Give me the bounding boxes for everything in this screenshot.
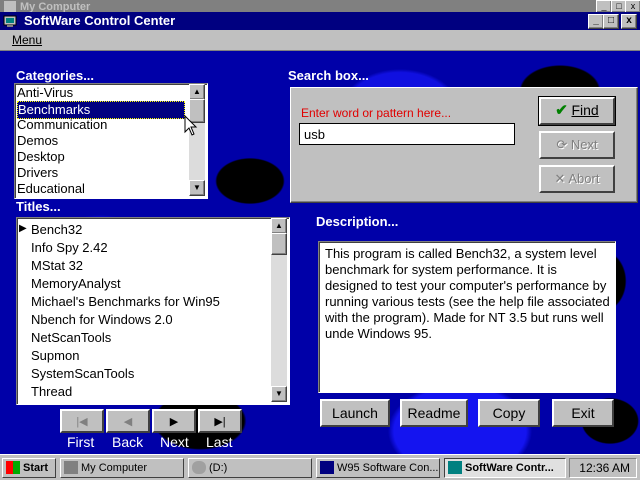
- abort-x-icon: ✕: [554, 171, 566, 186]
- window-icon: [320, 461, 334, 474]
- list-item[interactable]: Supmon: [31, 348, 79, 364]
- list-item[interactable]: Anti-Virus: [17, 85, 73, 101]
- copy-button[interactable]: Copy: [478, 399, 540, 427]
- mouse-pointer-icon: [184, 115, 198, 136]
- next-icon: ▶: [169, 416, 179, 428]
- categories-label: Categories...: [16, 68, 95, 83]
- window-title: SoftWare Control Center: [24, 13, 176, 28]
- task-label: SoftWare Contr...: [465, 462, 554, 474]
- search-hint: Enter word or pattern here...: [301, 106, 452, 120]
- find-button[interactable]: ✔ Find: [538, 96, 616, 126]
- start-button[interactable]: Start: [2, 458, 56, 478]
- titles-scrollbar[interactable]: ▲ ▼: [271, 218, 287, 402]
- find-button-label: Find: [571, 102, 599, 118]
- list-item[interactable]: Educational: [17, 181, 85, 197]
- app-icon: [3, 15, 17, 27]
- scroll-up-arrow-icon[interactable]: ▲: [189, 84, 205, 100]
- taskbar: Start My Computer (D:) W95 Software Con.…: [0, 454, 640, 480]
- start-label: Start: [23, 462, 49, 474]
- menu-item-menu[interactable]: Menu: [12, 33, 42, 47]
- checkmark-icon: ✔: [555, 102, 568, 119]
- list-item[interactable]: Thread: [31, 384, 72, 400]
- task-d-drive[interactable]: (D:): [188, 458, 312, 478]
- next-record-button[interactable]: ▶: [152, 409, 196, 433]
- drive-icon: [192, 461, 206, 474]
- client-area: Categories... Anti-Virus Benchmarks Comm…: [0, 51, 640, 454]
- abort-button[interactable]: ✕ Abort: [539, 165, 615, 193]
- computer-icon: [64, 461, 78, 474]
- list-item[interactable]: MemoryAnalyst: [31, 276, 121, 292]
- description-label: Description...: [316, 214, 399, 229]
- system-tray: 12:36 AM: [569, 458, 637, 478]
- back-label: Back: [112, 434, 144, 450]
- software-control-center-window: SoftWare Control Center _ □ x Menu Categ…: [0, 12, 640, 454]
- last-button[interactable]: ▶|: [198, 409, 242, 433]
- next-button-label: Next: [570, 137, 598, 152]
- back-icon: ◀: [123, 416, 133, 428]
- next-arrows-icon: ⟳: [556, 137, 568, 152]
- scroll-up-arrow-icon[interactable]: ▲: [271, 218, 287, 234]
- categories-listbox[interactable]: Anti-Virus Benchmarks Communication Demo…: [14, 83, 208, 199]
- minimize-button[interactable]: _: [588, 14, 604, 29]
- task-label: (D:): [209, 462, 228, 474]
- selection-arrow-icon: ▶: [19, 223, 27, 234]
- list-item[interactable]: Bench32: [31, 222, 82, 238]
- scroll-thumb[interactable]: [271, 233, 287, 255]
- maximize-button[interactable]: □: [603, 14, 619, 29]
- list-item[interactable]: Communication: [17, 117, 107, 133]
- next-label: Next: [160, 434, 189, 450]
- abort-button-label: Abort: [568, 171, 600, 186]
- title-bar[interactable]: SoftWare Control Center _ □ x: [0, 12, 640, 30]
- titles-listbox[interactable]: ▶ Bench32 Info Spy 2.42 MStat 32 MemoryA…: [16, 217, 290, 405]
- task-label: My Computer: [81, 462, 148, 474]
- list-item[interactable]: Demos: [17, 133, 58, 149]
- task-label: W95 Software Con...: [337, 462, 439, 474]
- app-icon: [448, 461, 462, 474]
- scroll-down-arrow-icon[interactable]: ▼: [189, 180, 205, 196]
- list-item[interactable]: Desktop: [17, 149, 65, 165]
- search-input[interactable]: [299, 123, 515, 145]
- readme-button[interactable]: Readme: [400, 399, 468, 427]
- next-button[interactable]: ⟳ Next: [539, 131, 615, 159]
- clock[interactable]: 12:36 AM: [579, 461, 630, 475]
- first-label: First: [67, 434, 95, 450]
- first-icon: |◀: [76, 416, 88, 428]
- launch-button[interactable]: Launch: [320, 399, 390, 427]
- close-button[interactable]: x: [621, 14, 637, 29]
- titles-label: Titles...: [16, 199, 61, 214]
- list-item[interactable]: Michael's Benchmarks for Win95: [31, 294, 220, 310]
- list-item[interactable]: Info Spy 2.42: [31, 240, 108, 256]
- my-computer-icon: [4, 1, 16, 12]
- description-text: This program is called Bench32, a system…: [325, 246, 610, 341]
- exit-button[interactable]: Exit: [552, 399, 614, 427]
- list-item[interactable]: Drivers: [17, 165, 58, 181]
- task-software-control[interactable]: SoftWare Contr...: [444, 458, 566, 478]
- list-item[interactable]: NetScanTools: [31, 330, 111, 346]
- task-w95-software[interactable]: W95 Software Con...: [316, 458, 440, 478]
- list-item[interactable]: MStat 32: [31, 258, 83, 274]
- last-label: Last: [206, 434, 233, 450]
- back-button[interactable]: ◀: [106, 409, 150, 433]
- menu-bar: Menu: [0, 30, 640, 51]
- list-item[interactable]: Nbench for Windows 2.0: [31, 312, 173, 328]
- description-box: This program is called Bench32, a system…: [318, 241, 616, 393]
- categories-scrollbar[interactable]: ▲ ▼: [189, 84, 205, 196]
- first-button[interactable]: |◀: [60, 409, 104, 433]
- search-panel: Enter word or pattern here... ✔ Find ⟳ N…: [290, 87, 638, 203]
- list-item[interactable]: SystemScanTools: [31, 366, 134, 382]
- scroll-down-arrow-icon[interactable]: ▼: [271, 386, 287, 402]
- task-my-computer[interactable]: My Computer: [60, 458, 184, 478]
- search-box-label: Search box...: [288, 68, 369, 83]
- windows-logo-icon: [6, 461, 20, 474]
- last-icon: ▶|: [214, 416, 226, 428]
